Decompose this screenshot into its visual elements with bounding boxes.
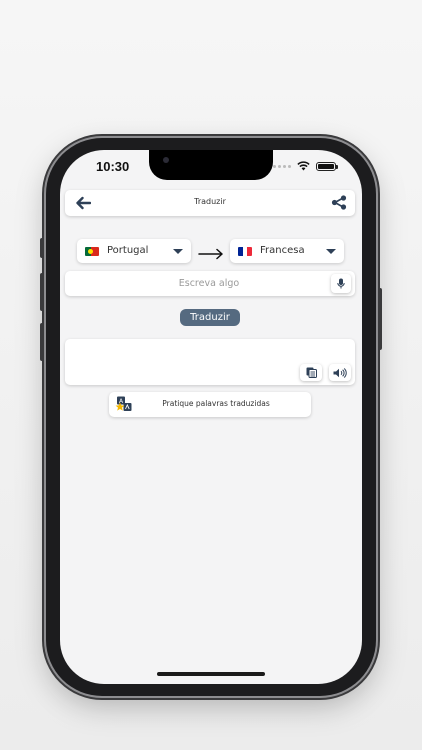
practice-words-label: Pratique palavras traduzidas xyxy=(162,399,270,408)
share-icon[interactable] xyxy=(331,195,347,214)
battery-icon xyxy=(316,161,338,171)
target-language-label: Francesa xyxy=(260,245,305,256)
source-language-label: Portugal xyxy=(107,245,149,256)
microphone-icon xyxy=(337,274,345,293)
translate-button[interactable]: Traduzir xyxy=(180,309,240,326)
volume-up-button xyxy=(40,273,44,311)
top-bar: Traduzir xyxy=(65,190,355,216)
microphone-button[interactable] xyxy=(331,274,351,293)
speaker-icon xyxy=(333,363,347,382)
chevron-down-icon xyxy=(326,249,336,254)
source-language-select[interactable]: Portugal xyxy=(77,239,191,263)
status-time: 10:30 xyxy=(96,159,130,174)
phone-frame: 10:30 Traduzir Portugal Francesa Escreva… xyxy=(40,138,382,696)
screen: 10:30 Traduzir Portugal Francesa Escreva… xyxy=(60,150,362,684)
mute-switch xyxy=(40,238,44,258)
power-button xyxy=(378,288,382,350)
france-flag-icon xyxy=(238,247,252,256)
status-icons xyxy=(273,161,338,171)
page-title: Traduzir xyxy=(194,197,226,206)
practice-words-button[interactable]: A Pratique palavras traduzidas xyxy=(109,392,311,417)
target-language-select[interactable]: Francesa xyxy=(230,239,344,263)
source-text-input[interactable] xyxy=(65,271,325,296)
copy-icon xyxy=(306,363,317,382)
signal-dots-icon xyxy=(273,164,291,168)
portugal-flag-icon xyxy=(85,247,99,256)
copy-button[interactable] xyxy=(300,364,322,381)
chevron-down-icon xyxy=(173,249,183,254)
camera xyxy=(163,157,169,163)
output-card xyxy=(65,339,355,385)
arrow-right-icon xyxy=(198,245,224,264)
volume-down-button xyxy=(40,323,44,361)
wifi-icon xyxy=(297,161,310,171)
speaker-button[interactable] xyxy=(329,364,351,381)
home-indicator[interactable] xyxy=(157,672,265,676)
notch xyxy=(149,150,273,180)
input-card xyxy=(65,271,355,296)
